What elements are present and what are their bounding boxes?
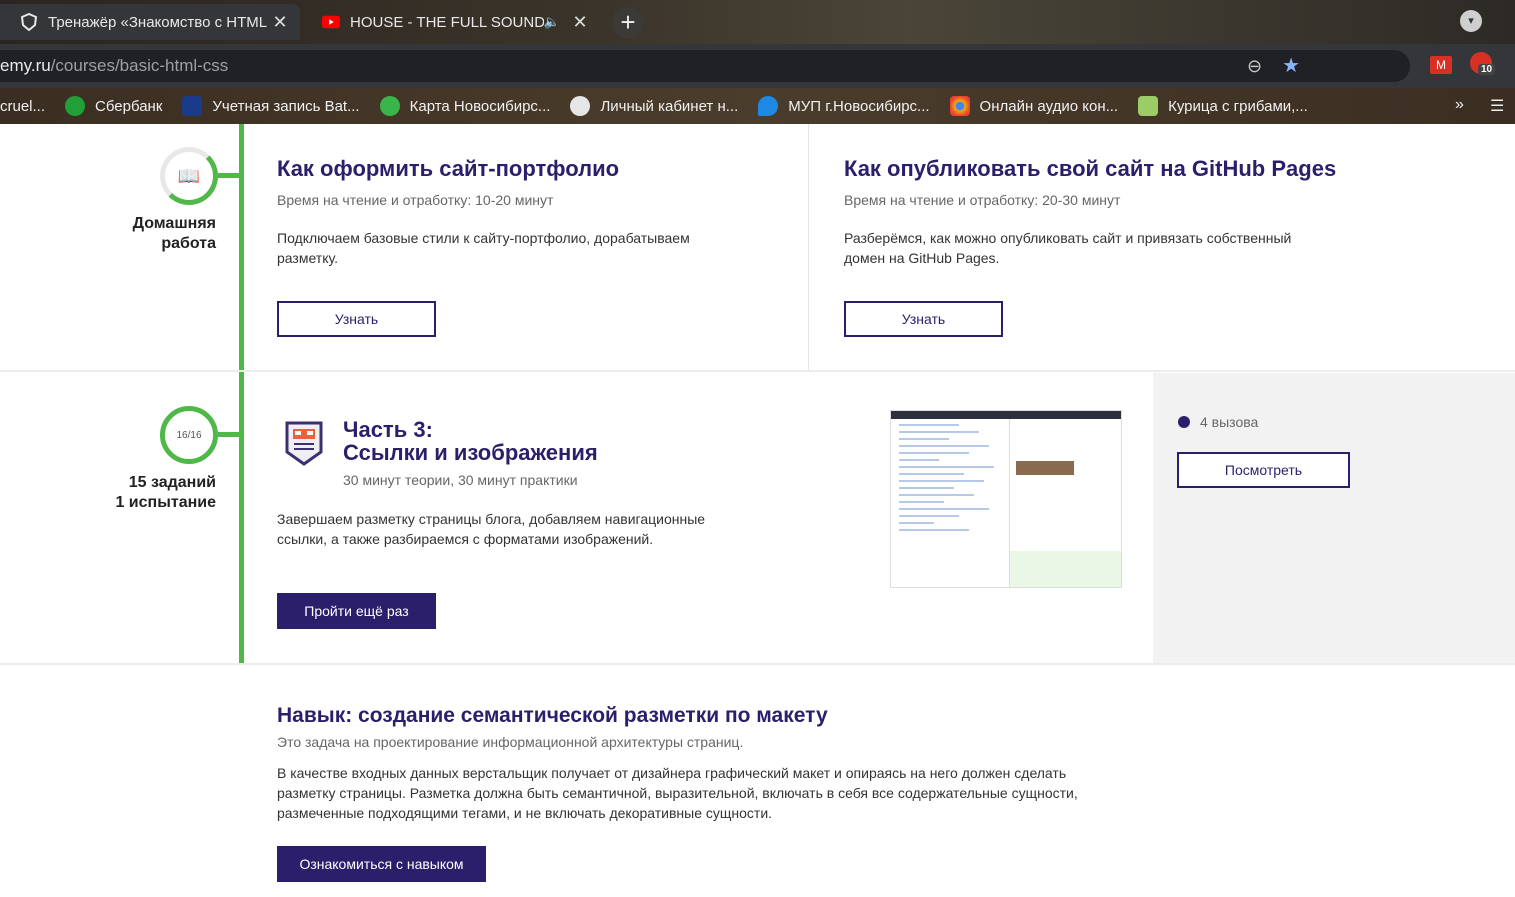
bookmark-label: Сбербанк	[95, 97, 163, 115]
part3-badge-icon	[285, 420, 323, 466]
learn-button[interactable]: Узнать	[277, 301, 436, 337]
card-time: Время на чтение и отработку: 10-20 минут	[277, 192, 554, 208]
bookmark-item[interactable]: Личный кабинет н...	[570, 96, 738, 116]
card-time: Время на чтение и отработку: 20-30 минут	[844, 192, 1121, 208]
bookmark-item[interactable]: Учетная запись Bat...	[182, 96, 360, 116]
part3-duration: 30 минут теории, 30 минут практики	[343, 472, 578, 488]
bookmark-label: МУП г.Новосибирс...	[788, 97, 930, 115]
view-skill-button[interactable]: Ознакомиться с навыком	[277, 846, 486, 882]
part3-title[interactable]: Часть 3: Ссылки и изображения	[343, 418, 598, 464]
url-path: /courses/basic-html-css	[50, 56, 229, 75]
desc-line: разметку страницы. Разметка должна быть …	[277, 785, 1078, 801]
part3-description: Завершаем разметку страницы блога, добав…	[277, 509, 705, 549]
tasks-count: 15 заданий	[128, 474, 216, 491]
part3-stats: 15 заданий 1 испытание	[80, 473, 216, 513]
zoom-icon[interactable]: ⊖	[1247, 50, 1262, 82]
desc-line: ссылки, а также разбираемся с форматами …	[277, 531, 654, 547]
bookmarks-bar: cruel... Сбербанк Учетная запись Bat... …	[0, 88, 1515, 124]
bookmark-label: Личный кабинет н...	[600, 97, 739, 115]
close-tab-icon[interactable]: ✕	[268, 12, 292, 33]
skill-subtitle: Это задача на проектирование информацион…	[277, 734, 744, 750]
sberbank-icon	[65, 96, 86, 116]
trials-count: 1 испытание	[115, 494, 216, 511]
bookmark-item[interactable]: Карта Новосибирс...	[379, 96, 551, 116]
desc-line: В качестве входных данных верстальщик по…	[277, 765, 1067, 781]
gmail-extension-icon[interactable]: M	[1430, 56, 1452, 74]
lesson-preview-image[interactable]	[890, 410, 1122, 588]
card-description: Подключаем базовые стили к сайту-портфол…	[277, 228, 690, 268]
skill-description: В качестве входных данных верстальщик по…	[277, 763, 1078, 823]
bookmark-label: Онлайн аудио кон...	[979, 97, 1119, 115]
homework-label: Домашняя работа	[100, 214, 216, 254]
skill-title[interactable]: Навык: создание семантической разметки п…	[277, 704, 828, 728]
challenges-dot-icon	[1178, 416, 1190, 428]
book-icon: 📖	[177, 165, 201, 186]
section-divider	[0, 663, 1515, 665]
assistant-icon	[949, 96, 970, 116]
progress-timeline	[239, 124, 244, 664]
audio-playing-icon[interactable]: 🔈	[544, 14, 560, 30]
card-description: Разберёмся, как можно опубликовать сайт …	[844, 228, 1291, 268]
bookmark-item[interactable]: Курица с грибами,...	[1138, 96, 1308, 116]
part3-counter: 16/16	[176, 429, 202, 441]
bookmarks-overflow-button[interactable]: »	[1455, 96, 1464, 114]
tab-youtube[interactable]: HOUSE - THE FULL SOUNDTR 🔈 ✕	[302, 4, 600, 40]
recipe-icon	[1138, 96, 1159, 116]
youtube-icon	[322, 13, 340, 31]
desc-line: размеченные подходящими тегами, и не вкл…	[277, 805, 773, 821]
map-pin-icon	[379, 96, 400, 116]
course-page: 📖 Домашняя работа Как оформить сайт-порт…	[0, 124, 1515, 897]
card-title[interactable]: Как оформить сайт-портфолио	[277, 156, 619, 182]
extension-icon[interactable]: 10	[1470, 52, 1496, 75]
homework-node: 📖	[160, 147, 244, 205]
tab-title: HOUSE - THE FULL SOUNDTR	[350, 13, 544, 31]
desc-line: Подключаем базовые стили к сайту-портфол…	[277, 230, 690, 246]
desc-line: домен на GitHub Pages.	[844, 250, 1000, 266]
bookmark-label: Учетная запись Bat...	[212, 97, 360, 115]
bookmark-star-icon[interactable]: ★	[1282, 50, 1300, 82]
tab-trainer[interactable]: Тренажёр «Знакомство с HTML ✕	[0, 4, 300, 40]
part3-title-line: Ссылки и изображения	[343, 440, 598, 465]
battlenet-icon	[182, 96, 203, 116]
close-tab-icon[interactable]: ✕	[568, 12, 592, 33]
tab-title: Тренажёр «Знакомство с HTML	[48, 13, 268, 31]
retry-button[interactable]: Пройти ещё раз	[277, 593, 436, 629]
water-drop-icon	[758, 96, 779, 116]
bookmark-item[interactable]: Онлайн аудио кон...	[949, 96, 1119, 116]
tab-strip: Тренажёр «Знакомство с HTML ✕ HOUSE - TH…	[0, 0, 1515, 44]
desc-line: Разберёмся, как можно опубликовать сайт …	[844, 230, 1292, 246]
emblem-icon	[570, 96, 591, 116]
desc-line: Завершаем разметку страницы блога, добав…	[277, 511, 706, 527]
url-field[interactable]: emy.ru/courses/basic-html-css ⊖ ★	[0, 50, 1410, 82]
bookmark-item[interactable]: Сбербанк	[65, 96, 162, 116]
part3-node: 16/16	[160, 406, 244, 464]
bookmark-label: Карта Новосибирс...	[409, 97, 551, 115]
desc-line: разметку.	[277, 250, 338, 266]
part3-title-line: Часть 3:	[343, 417, 433, 442]
card-divider	[808, 124, 809, 370]
bookmark-label: Курица с грибами,...	[1168, 97, 1308, 115]
challenges-count: 4 вызова	[1200, 414, 1259, 430]
tab-search-icon[interactable]: ▾	[1460, 10, 1482, 32]
bookmark-item[interactable]: cruel...	[0, 98, 45, 115]
new-tab-button[interactable]: +	[612, 7, 644, 39]
homework-label-line: Домашняя	[132, 215, 216, 232]
section-divider	[0, 370, 1515, 372]
shield-favicon-icon	[20, 13, 38, 31]
timeline-connector	[218, 173, 244, 178]
url-host: emy.ru	[0, 56, 51, 75]
view-challenges-button[interactable]: Посмотреть	[1177, 452, 1350, 488]
address-bar: emy.ru/courses/basic-html-css ⊖ ★ M 10	[0, 44, 1515, 88]
extension-badge: 10	[1478, 64, 1496, 75]
homework-label-line: работа	[161, 235, 216, 252]
bookmark-label: cruel...	[0, 97, 46, 115]
card-title[interactable]: Как опубликовать свой сайт на GitHub Pag…	[844, 156, 1336, 182]
bookmark-item[interactable]: МУП г.Новосибирс...	[758, 96, 930, 116]
learn-button[interactable]: Узнать	[844, 301, 1003, 337]
reading-list-icon[interactable]: ☰	[1490, 96, 1504, 116]
timeline-connector	[218, 432, 244, 437]
